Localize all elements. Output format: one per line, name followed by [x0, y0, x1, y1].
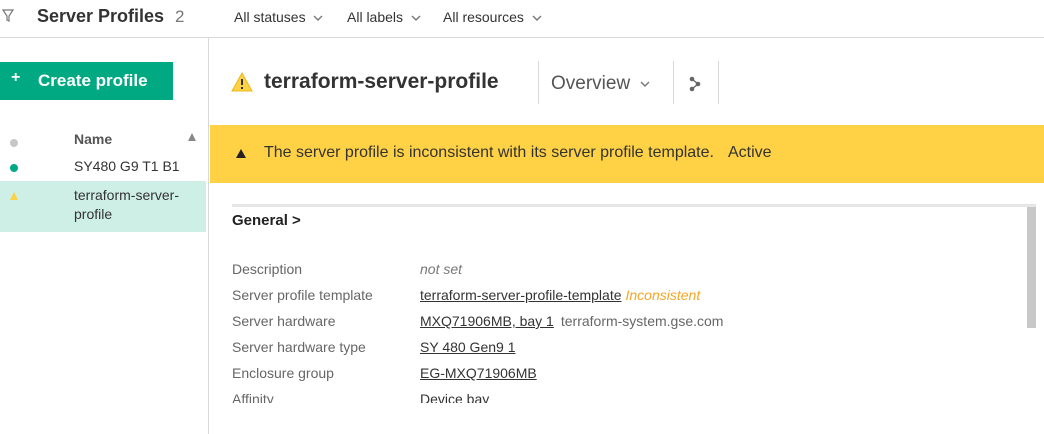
divider [538, 61, 539, 104]
list-item-label: terraform-server-profile [74, 187, 180, 222]
list-item[interactable]: SY480 G9 T1 B1 [0, 154, 206, 180]
chevron-down-icon [313, 15, 323, 22]
template-link[interactable]: terraform-server-profile-template [420, 287, 622, 303]
hardware-host: terraform-system.gse.com [560, 313, 724, 329]
filter-icon[interactable] [2, 9, 14, 23]
status-column-icon [10, 139, 18, 147]
hardware-value: MXQ71906MB, bay 1 terraform-system.gse.co… [420, 313, 723, 329]
warning-icon [10, 192, 18, 200]
warning-icon [236, 149, 246, 158]
hardware-link[interactable]: MXQ71906MB, bay 1 [420, 313, 554, 329]
item-count: 2 [175, 7, 185, 26]
description-label: Description [232, 261, 303, 277]
status-filter-label: All statuses [234, 9, 306, 25]
divider [673, 61, 674, 104]
status-ok-icon [10, 164, 18, 172]
list-header: Name [0, 130, 206, 150]
hardware-label: Server hardware [232, 313, 336, 329]
enclosure-group-link[interactable]: EG-MXQ71906MB [420, 365, 537, 381]
alert-banner[interactable]: The server profile is inconsistent with … [210, 125, 1044, 183]
status-filter[interactable]: All statuses [234, 9, 324, 25]
warning-icon [231, 72, 253, 92]
chevron-down-icon [640, 81, 650, 87]
alert-state: Active [727, 144, 772, 161]
page-title: Server Profiles [37, 6, 165, 26]
view-selector-label: Overview [551, 73, 631, 94]
list-item-label: SY480 G9 T1 B1 [74, 158, 180, 174]
create-profile-label: Create profile [38, 71, 148, 90]
view-selector[interactable]: Overview [551, 73, 651, 95]
top-bar: Server Profiles 2 All statuses All label… [0, 0, 1044, 38]
enclosure-group-label: Enclosure group [232, 365, 334, 381]
create-profile-button[interactable]: + Create profile [0, 62, 173, 100]
resource-filter[interactable]: All resources [443, 9, 543, 25]
label-filter-label: All labels [347, 9, 404, 25]
alert-message: The server profile is inconsistent with … [264, 144, 714, 161]
hardware-type-label: Server hardware type [232, 339, 366, 355]
plus-icon: + [11, 69, 21, 86]
template-value: terraform-server-profile-template Inconsi… [420, 287, 700, 303]
template-label: Server profile template [232, 287, 373, 303]
resource-filter-label: All resources [443, 9, 524, 25]
hardware-type-link[interactable]: SY 480 Gen9 1 [420, 339, 515, 355]
map-view-icon[interactable] [688, 75, 702, 93]
label-filter[interactable]: All labels [347, 9, 422, 25]
description-value: not set [420, 261, 463, 277]
scrollbar[interactable] [1027, 207, 1036, 328]
divider [718, 61, 719, 104]
scroll-clip [210, 403, 1044, 434]
alert-text: The server profile is inconsistent with … [264, 144, 772, 162]
name-column-header[interactable]: Name [74, 131, 112, 147]
profile-title: terraform-server-profile [264, 70, 499, 93]
profile-list-pane: + Create profile Name SY480 G9 T1 B1 ter… [0, 38, 209, 434]
template-status: Inconsistent [625, 287, 701, 303]
chevron-down-icon [532, 15, 542, 22]
chevron-down-icon [411, 15, 421, 22]
list-item-selected[interactable]: terraform-server-profile [0, 181, 206, 232]
section-general[interactable]: General > [232, 212, 301, 229]
sort-ascending-icon[interactable] [188, 133, 196, 141]
content-divider [232, 204, 1036, 207]
